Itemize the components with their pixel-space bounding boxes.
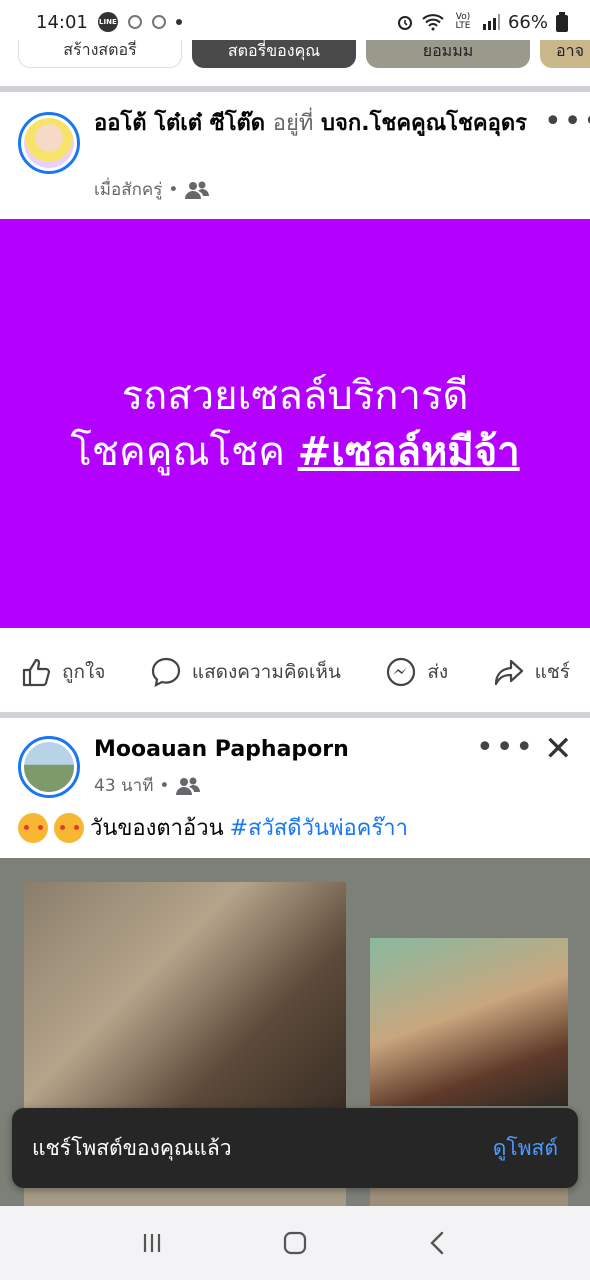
signal-icon (482, 14, 500, 30)
share-icon (494, 659, 523, 686)
comment-button[interactable]: แสดงความคิดเห็น (150, 656, 341, 688)
line-icon: LINE (97, 12, 118, 32)
messenger-icon (387, 657, 416, 687)
post-meta: 43 นาที • (94, 772, 201, 799)
clock: 14:01 (36, 11, 88, 33)
more-options-icon[interactable]: ••• (544, 107, 590, 137)
story-item[interactable]: สตอรี่ของคุณ (192, 40, 356, 68)
send-button[interactable]: ส่ง (385, 656, 448, 688)
share-toast: แชร์โพสต์ของคุณแล้ว ดูโพสต์ (12, 1108, 578, 1188)
avatar[interactable] (18, 736, 80, 798)
close-icon[interactable]: ✕ (544, 732, 573, 766)
post-author[interactable]: Mooauan Paphaporn (94, 734, 349, 766)
thumbs-up-icon (22, 658, 51, 687)
status-bar: 14:01 LINE Vo) LTE 66% (0, 0, 590, 44)
like-button[interactable]: ถูกใจ (20, 656, 105, 688)
post-meta: เมื่อสักครู่ • (94, 176, 210, 203)
post-text: รถสวยเซลล์บริการดี โชคคูณโชค #เซลล์หมีจ้… (70, 372, 520, 475)
story-create[interactable]: สร้างสตอรี่ (18, 40, 182, 68)
heart-eyes-emoji-icon (54, 812, 84, 843)
post-caption: วันของตาอ้วน #สวัสดีวันพ่อคร๊าา (18, 810, 408, 845)
post-hashtag[interactable]: #เซลล์หมีจ้า (298, 429, 520, 475)
battery-icon (556, 12, 568, 32)
post-actions: ถูกใจ แสดงความคิดเห็น ส่ง แชร์ (0, 640, 590, 704)
friends-icon (176, 777, 201, 795)
home-icon[interactable] (280, 1228, 310, 1258)
heart-eyes-emoji-icon (18, 812, 48, 843)
stories-strip[interactable]: สร้างสตอรี่ สตอรี่ของคุณ ยอมมม อาจ (0, 40, 590, 70)
notification-icon (127, 15, 142, 29)
more-notifications-icon (175, 19, 182, 25)
comment-icon (151, 657, 180, 687)
post-author[interactable]: ออโต้ โต๋เต๋ ซีโต๊ด อยู่ที่ บจก.โชคคูณโช… (94, 108, 534, 140)
back-icon[interactable] (423, 1228, 453, 1258)
story-item[interactable]: ยอมมม (366, 40, 530, 68)
friends-icon (185, 181, 210, 199)
post-photo[interactable] (370, 938, 568, 1106)
more-options-icon[interactable]: ••• (476, 733, 535, 763)
alarm-icon (397, 16, 412, 30)
toast-message: แชร์โพสต์ของคุณแล้ว (32, 1135, 232, 1160)
share-button[interactable]: แชร์ (493, 656, 570, 688)
text-post-background: รถสวยเซลล์บริการดี โชคคูณโชค #เซลล์หมีจ้… (0, 219, 590, 628)
volte-indicator: Vo) LTE (455, 12, 471, 31)
battery-percent: 66% (507, 11, 548, 33)
system-nav-bar (0, 1206, 590, 1280)
wifi-icon (422, 14, 444, 31)
notification-icon (151, 15, 166, 29)
recent-apps-icon[interactable] (137, 1228, 167, 1258)
view-post-link[interactable]: ดูโพสต์ (493, 1132, 558, 1165)
story-item[interactable]: อาจ (540, 40, 590, 68)
section-divider (0, 712, 590, 718)
post-photo[interactable] (24, 882, 346, 1108)
section-divider (0, 86, 590, 92)
avatar[interactable] (18, 112, 80, 174)
post-hashtag[interactable]: #สวัสดีวันพ่อคร๊าา (230, 810, 408, 845)
